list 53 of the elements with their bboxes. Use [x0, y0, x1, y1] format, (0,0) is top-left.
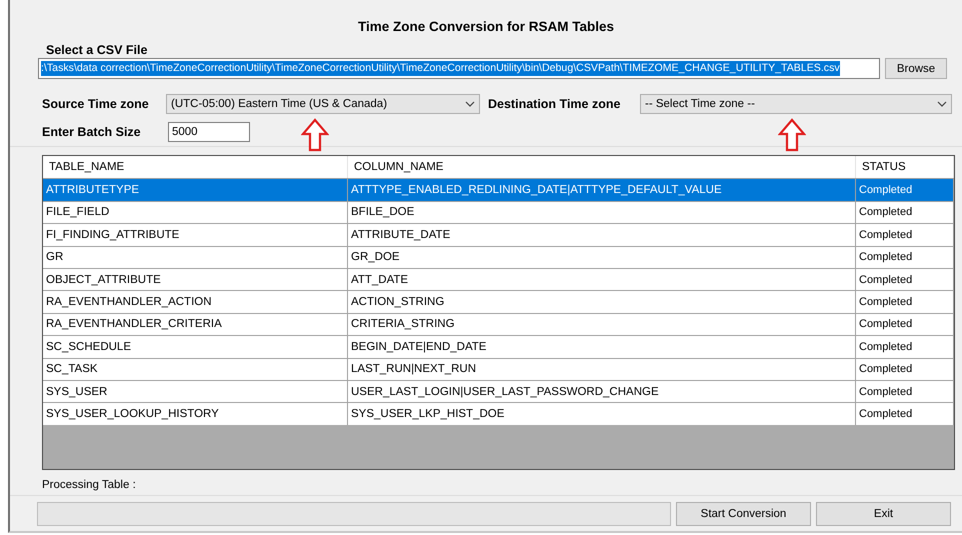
- table-cell[interactable]: Completed: [856, 178, 954, 201]
- table-cell[interactable]: RA_EVENTHANDLER_ACTION: [43, 290, 348, 313]
- table-cell[interactable]: Completed: [856, 358, 954, 380]
- table-cell[interactable]: FI_FINDING_ATTRIBUTE: [43, 223, 348, 246]
- table-cell[interactable]: FILE_FIELD: [43, 200, 348, 224]
- table-cell[interactable]: Completed: [856, 312, 954, 336]
- source-timezone-label: Source Time zone: [42, 97, 150, 111]
- table-cell[interactable]: Completed: [856, 335, 954, 358]
- column-header[interactable]: STATUS: [856, 156, 954, 178]
- table-cell[interactable]: Completed: [856, 200, 954, 224]
- table-cell[interactable]: GR: [43, 246, 348, 268]
- table-cell[interactable]: Completed: [856, 223, 954, 246]
- up-arrow-icon: [301, 118, 329, 152]
- caret-icon: [937, 101, 947, 107]
- table-cell[interactable]: Completed: [856, 380, 954, 402]
- exit-button[interactable]: Exit: [816, 502, 951, 526]
- table-cell[interactable]: SC_TASK: [43, 358, 348, 380]
- batch-size-label: Enter Batch Size: [42, 125, 142, 139]
- table-cell[interactable]: LAST_RUN|NEXT_RUN: [348, 358, 856, 380]
- table-cell[interactable]: Completed: [856, 268, 954, 290]
- table-cell[interactable]: Completed: [856, 402, 954, 425]
- table-cell[interactable]: CRITERIA_STRING: [348, 312, 856, 336]
- table-cell[interactable]: Completed: [856, 290, 954, 313]
- table-cell[interactable]: SYS_USER_LKP_HIST_DOE: [348, 402, 856, 425]
- table-cell[interactable]: BEGIN_DATE|END_DATE: [348, 335, 856, 358]
- caret-icon: [465, 101, 475, 107]
- table-cell[interactable]: ATTRIBUTETYPE: [43, 178, 348, 201]
- table-cell[interactable]: ATTRIBUTE_DATE: [348, 223, 856, 246]
- table-cell[interactable]: ATT_DATE: [348, 268, 856, 290]
- column-header[interactable]: TABLE_NAME: [43, 156, 348, 178]
- table-cell[interactable]: Completed: [856, 246, 954, 268]
- table-cell[interactable]: SYS_USER_LOOKUP_HISTORY: [43, 402, 348, 425]
- table-cell[interactable]: BFILE_DOE: [348, 200, 856, 224]
- browse-button[interactable]: Browse: [885, 58, 947, 79]
- destination-timezone-dropdown[interactable]: -- Select Time zone --: [640, 94, 952, 114]
- table-cell[interactable]: USER_LAST_LOGIN|USER_LAST_PASSWORD_CHANGE: [348, 380, 856, 402]
- table-cell[interactable]: ATTTYPE_ENABLED_REDLINING_DATE|ATTTYPE_DEFAULT_VALUE: [348, 178, 856, 201]
- file-path-field[interactable]: :\Tasks\data correction\TimeZoneCorrectionUtility\TimeZoneCorrectionUtility\TimeZoneCorrectionUtility\bin\Debug\CSVPath\TIMEZOME_CHANGE_UTILITY_TABLES.csv: [38, 58, 880, 79]
- start-conversion-button[interactable]: Start Conversion: [676, 502, 811, 526]
- up-arrow-icon: [778, 118, 806, 152]
- table-cell[interactable]: SC_SCHEDULE: [43, 335, 348, 358]
- column-header[interactable]: COLUMN_NAME: [348, 156, 856, 178]
- table-cell[interactable]: GR_DOE: [348, 246, 856, 268]
- batch-size-field[interactable]: 5000: [168, 122, 250, 142]
- table-cell[interactable]: RA_EVENTHANDLER_CRITERIA: [43, 312, 348, 336]
- source-timezone-dropdown[interactable]: (UTC-05:00) Eastern Time (US & Canada): [166, 94, 480, 114]
- csv-file-label: Select a CSV File: [46, 43, 148, 57]
- table-cell[interactable]: SYS_USER: [43, 380, 348, 402]
- table-cell[interactable]: OBJECT_ATTRIBUTE: [43, 268, 348, 290]
- window-title: Time Zone Conversion for RSAM Tables: [356, 18, 616, 36]
- processing-table-label: Processing Table :: [42, 479, 137, 491]
- table-cell[interactable]: ACTION_STRING: [348, 290, 856, 313]
- destination-timezone-label: Destination Time zone: [488, 97, 622, 111]
